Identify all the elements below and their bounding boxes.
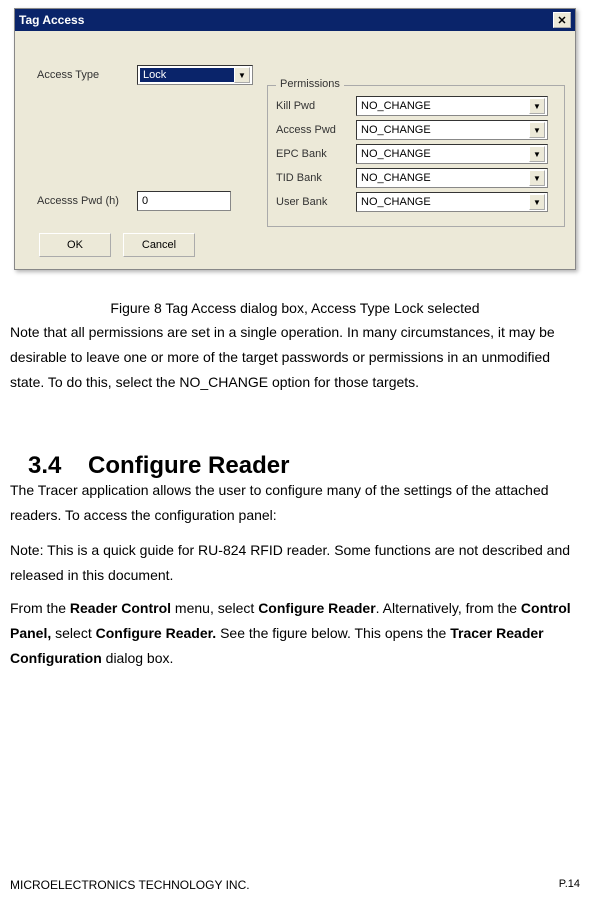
dialog-title: Tag Access	[19, 13, 553, 27]
close-button[interactable]: ✕	[553, 12, 571, 28]
tid-bank-select[interactable]: NO_CHANGE ▼	[356, 168, 548, 188]
select-value: NO_CHANGE	[359, 124, 529, 136]
perm-row-access-pwd: Access Pwd NO_CHANGE ▼	[276, 120, 556, 140]
perm-label: User Bank	[276, 196, 356, 208]
perm-row-epc-bank: EPC Bank NO_CHANGE ▼	[276, 144, 556, 164]
chevron-down-icon[interactable]: ▼	[529, 146, 545, 162]
page-footer: MICROELECTRONICS TECHNOLOGY INC. P.14	[10, 878, 580, 892]
kill-pwd-select[interactable]: NO_CHANGE ▼	[356, 96, 548, 116]
paragraph-note: Note: This is a quick guide for RU-824 R…	[10, 538, 580, 588]
access-pwd-select[interactable]: NO_CHANGE ▼	[356, 120, 548, 140]
perm-row-tid-bank: TID Bank NO_CHANGE ▼	[276, 168, 556, 188]
cancel-label: Cancel	[142, 239, 176, 251]
chevron-down-icon[interactable]: ▼	[529, 122, 545, 138]
ok-label: OK	[67, 239, 83, 251]
footer-page-number: P.14	[559, 878, 580, 892]
dialog-body: Access Type Lock ▼ Accesss Pwd (h) 0 Per…	[15, 31, 575, 269]
paragraph-intro: The Tracer application allows the user t…	[10, 478, 580, 528]
select-value: NO_CHANGE	[359, 100, 529, 112]
button-row: OK Cancel	[39, 233, 195, 257]
figure-caption: Figure 8 Tag Access dialog box, Access T…	[10, 296, 580, 321]
close-icon: ✕	[557, 14, 566, 27]
permissions-legend: Permissions	[276, 78, 344, 90]
chevron-down-icon[interactable]: ▼	[529, 170, 545, 186]
perm-row-kill-pwd: Kill Pwd NO_CHANGE ▼	[276, 96, 556, 116]
dialog-titlebar[interactable]: Tag Access ✕	[15, 9, 575, 31]
access-type-label: Access Type	[37, 69, 137, 81]
ok-button[interactable]: OK	[39, 233, 111, 257]
chevron-down-icon[interactable]: ▼	[529, 194, 545, 210]
perm-row-user-bank: User Bank NO_CHANGE ▼	[276, 192, 556, 212]
select-value: NO_CHANGE	[359, 148, 529, 160]
perm-label: Access Pwd	[276, 124, 356, 136]
tag-access-dialog: Tag Access ✕ Access Type Lock ▼ Accesss …	[14, 8, 576, 270]
perm-label: EPC Bank	[276, 148, 356, 160]
heading-text: Configure Reader	[88, 452, 289, 479]
paragraph-instructions: From the Reader Control menu, select Con…	[10, 596, 580, 672]
permissions-group: Permissions Kill Pwd NO_CHANGE ▼ Access …	[267, 85, 565, 227]
heading-number: 3.4	[28, 452, 61, 479]
access-type-row: Access Type Lock ▼	[37, 65, 253, 85]
epc-bank-select[interactable]: NO_CHANGE ▼	[356, 144, 548, 164]
footer-company: MICROELECTRONICS TECHNOLOGY INC.	[10, 878, 250, 892]
access-pwd-input[interactable]: 0	[137, 191, 231, 211]
select-value: NO_CHANGE	[359, 172, 529, 184]
select-value: NO_CHANGE	[359, 196, 529, 208]
chevron-down-icon[interactable]: ▼	[234, 67, 250, 83]
access-pwd-value: 0	[142, 195, 148, 207]
access-pwd-row: Accesss Pwd (h) 0	[37, 191, 231, 211]
access-type-select[interactable]: Lock ▼	[137, 65, 253, 85]
chevron-down-icon[interactable]: ▼	[529, 98, 545, 114]
user-bank-select[interactable]: NO_CHANGE ▼	[356, 192, 548, 212]
paragraph-permissions-note: Note that all permissions are set in a s…	[10, 320, 580, 396]
cancel-button[interactable]: Cancel	[123, 233, 195, 257]
access-type-value: Lock	[140, 68, 234, 82]
perm-label: TID Bank	[276, 172, 356, 184]
perm-label: Kill Pwd	[276, 100, 356, 112]
access-pwd-label: Accesss Pwd (h)	[37, 195, 137, 207]
